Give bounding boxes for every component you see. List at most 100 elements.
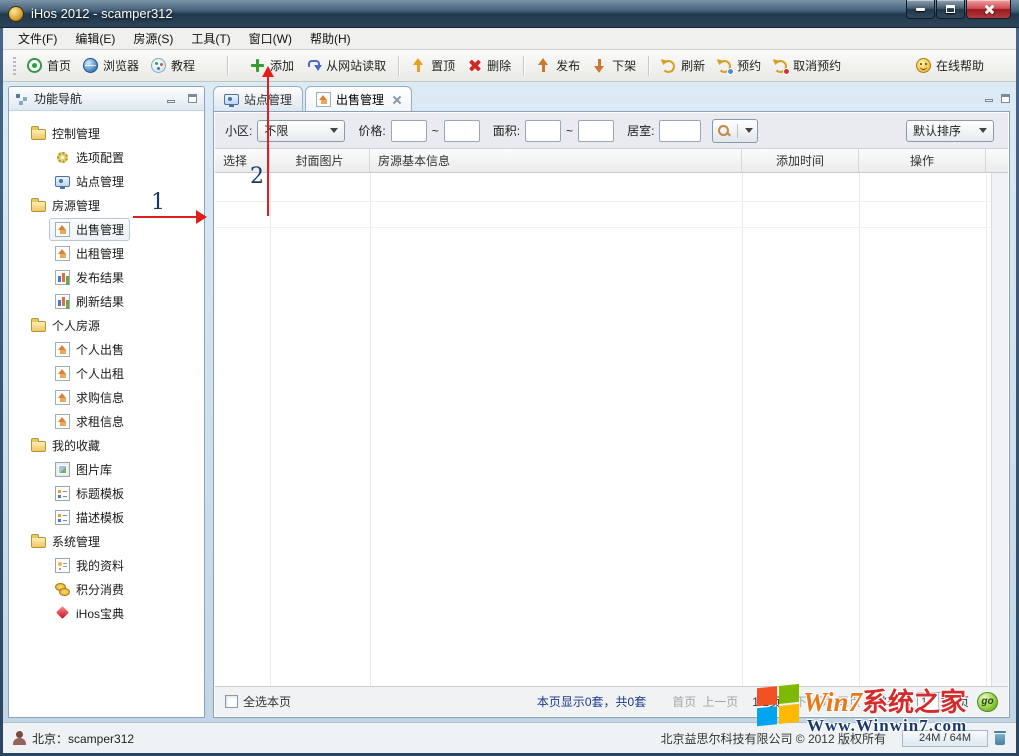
status-bar: 北京：scamper312 北京益思尔科技有限公司 © 2012 版权所有 24… (3, 722, 1016, 753)
navigation-panel: 功能导航 控制管理 选项配置 站点管理 房源管理 出售管理 出租管理 发布结果 … (8, 86, 205, 718)
price-tilde: ~ (432, 124, 439, 138)
maximize-icon (946, 5, 955, 13)
spinner-up-button[interactable] (939, 693, 950, 702)
sidebar-item-description-template[interactable]: 描述模板 (9, 505, 204, 529)
stick-top-icon (411, 58, 426, 73)
tab-close-icon[interactable] (392, 95, 401, 104)
sidebar-item-rent-mgmt[interactable]: 出租管理 (9, 241, 204, 265)
browser-button[interactable]: 浏览器 (77, 53, 145, 78)
first-page-link[interactable]: 首页 (672, 693, 696, 710)
toolbar-separator (523, 56, 524, 76)
community-label: 小区: (225, 122, 252, 139)
user-icon (13, 731, 26, 745)
sidebar-item-system-mgmt[interactable]: 系统管理 (9, 529, 204, 553)
sidebar-item-listing-mgmt[interactable]: 房源管理 (9, 193, 204, 217)
sidebar-item-rent-request[interactable]: 求租信息 (9, 409, 204, 433)
sidebar-item-personal-listings[interactable]: 个人房源 (9, 313, 204, 337)
vertical-scrollbar[interactable] (991, 173, 1008, 686)
sidebar-item-ihos-book[interactable]: iHos宝典 (9, 601, 204, 625)
garbage-collect-icon[interactable] (994, 731, 1006, 745)
sidebar-item-refresh-result[interactable]: 刷新结果 (9, 289, 204, 313)
sidebar-item-my-favorites[interactable]: 我的收藏 (9, 433, 204, 457)
column-cover-image[interactable]: 封面图片 (270, 149, 370, 172)
price-max-input[interactable] (444, 120, 480, 142)
tab-sale-mgmt[interactable]: 出售管理 (305, 86, 412, 111)
column-basic-info[interactable]: 房源基本信息 (370, 149, 742, 172)
publish-button[interactable]: 发布 (530, 53, 586, 78)
sidebar-item-site-mgmt[interactable]: 站点管理 (9, 169, 204, 193)
menu-item-file[interactable]: 文件(F) (9, 27, 66, 50)
home-button[interactable]: 首页 (21, 53, 77, 78)
go-button[interactable]: go (977, 692, 998, 712)
menu-item-edit[interactable]: 编辑(E) (66, 27, 124, 50)
price-min-input[interactable] (391, 120, 427, 142)
grid-line (215, 201, 990, 202)
community-select[interactable]: 不限 (257, 120, 345, 142)
next-page-link[interactable]: 下一页 (795, 693, 831, 710)
rent-request-icon (55, 414, 70, 429)
cancel-reserve-icon (773, 58, 788, 73)
area-min-input[interactable] (525, 120, 561, 142)
page-info: 1/1页 (752, 693, 781, 710)
app-icon (8, 6, 24, 22)
annotation-arrow-1 (133, 216, 197, 218)
sidebar-item-my-profile[interactable]: 我的资料 (9, 553, 204, 577)
tab-site-mgmt[interactable]: 站点管理 (213, 86, 303, 111)
panel-maximize-button[interactable] (997, 91, 1013, 105)
tutorial-icon (151, 58, 166, 73)
sidebar-item-points-consume[interactable]: 积分消费 (9, 577, 204, 601)
tutorial-button[interactable]: 教程 (145, 53, 201, 78)
panel-minimize-button[interactable] (981, 91, 997, 105)
menu-item-window[interactable]: 窗口(W) (240, 27, 301, 50)
column-added-time[interactable]: 添加时间 (742, 149, 859, 172)
maximize-button[interactable] (936, 0, 965, 19)
column-actions[interactable]: 操作 (859, 149, 986, 172)
title-bar[interactable]: iHos 2012 - scamper312 (0, 0, 1019, 28)
menu-item-tools[interactable]: 工具(T) (182, 27, 239, 50)
button-divider (737, 124, 738, 138)
search-button[interactable] (712, 119, 758, 143)
grid-line (215, 227, 990, 228)
reserve-button[interactable]: 预约 (711, 53, 767, 78)
panel-minimize-button[interactable] (163, 92, 179, 106)
minimize-button[interactable] (906, 0, 935, 19)
menu-item-listings[interactable]: 房源(S) (124, 27, 182, 50)
off-shelf-button[interactable]: 下架 (586, 53, 642, 78)
refresh-button[interactable]: 刷新 (655, 53, 711, 78)
stick-top-button[interactable]: 置顶 (405, 53, 461, 78)
sidebar-item-personal-rent[interactable]: 个人出租 (9, 361, 204, 385)
area-tilde: ~ (566, 124, 573, 138)
sidebar-item-personal-sale[interactable]: 个人出售 (9, 337, 204, 361)
read-from-web-button[interactable]: 从网站读取 (300, 53, 392, 78)
cancel-reserve-button[interactable]: 取消预约 (767, 53, 847, 78)
close-icon (983, 4, 994, 15)
jump-page-input[interactable] (918, 693, 938, 710)
spinner-down-icon (941, 704, 947, 708)
spinner-down-button[interactable] (939, 702, 950, 710)
folder-icon (31, 201, 46, 212)
page-unit-label: 页 (957, 693, 969, 710)
prev-page-link[interactable]: 上一页 (702, 693, 738, 710)
panel-maximize-button[interactable] (184, 92, 200, 106)
delete-button[interactable]: 删除 (461, 53, 517, 78)
select-all-checkbox[interactable] (225, 695, 238, 708)
search-icon (717, 124, 730, 137)
title-template-icon (55, 486, 70, 501)
rooms-input[interactable] (659, 120, 701, 142)
sort-select[interactable]: 默认排序 (906, 120, 994, 142)
sidebar-item-picture-library[interactable]: 图片库 (9, 457, 204, 481)
menu-item-help[interactable]: 帮助(H) (301, 27, 360, 50)
sidebar-item-option-config[interactable]: 选项配置 (9, 145, 204, 169)
jump-page-spinner[interactable] (917, 692, 951, 711)
description-template-icon (55, 510, 70, 525)
sidebar-item-publish-result[interactable]: 发布结果 (9, 265, 204, 289)
online-help-button[interactable]: 在线帮助 (910, 53, 990, 78)
sidebar-item-sale-mgmt[interactable]: 出售管理 (9, 217, 204, 241)
house-sale-icon (55, 222, 70, 237)
sidebar-item-title-template[interactable]: 标题模板 (9, 481, 204, 505)
close-button[interactable] (966, 0, 1011, 19)
sidebar-item-buy-request[interactable]: 求购信息 (9, 385, 204, 409)
area-max-input[interactable] (578, 120, 614, 142)
last-page-link[interactable]: 尾页 (837, 693, 861, 710)
sidebar-item-control-mgmt[interactable]: 控制管理 (9, 121, 204, 145)
